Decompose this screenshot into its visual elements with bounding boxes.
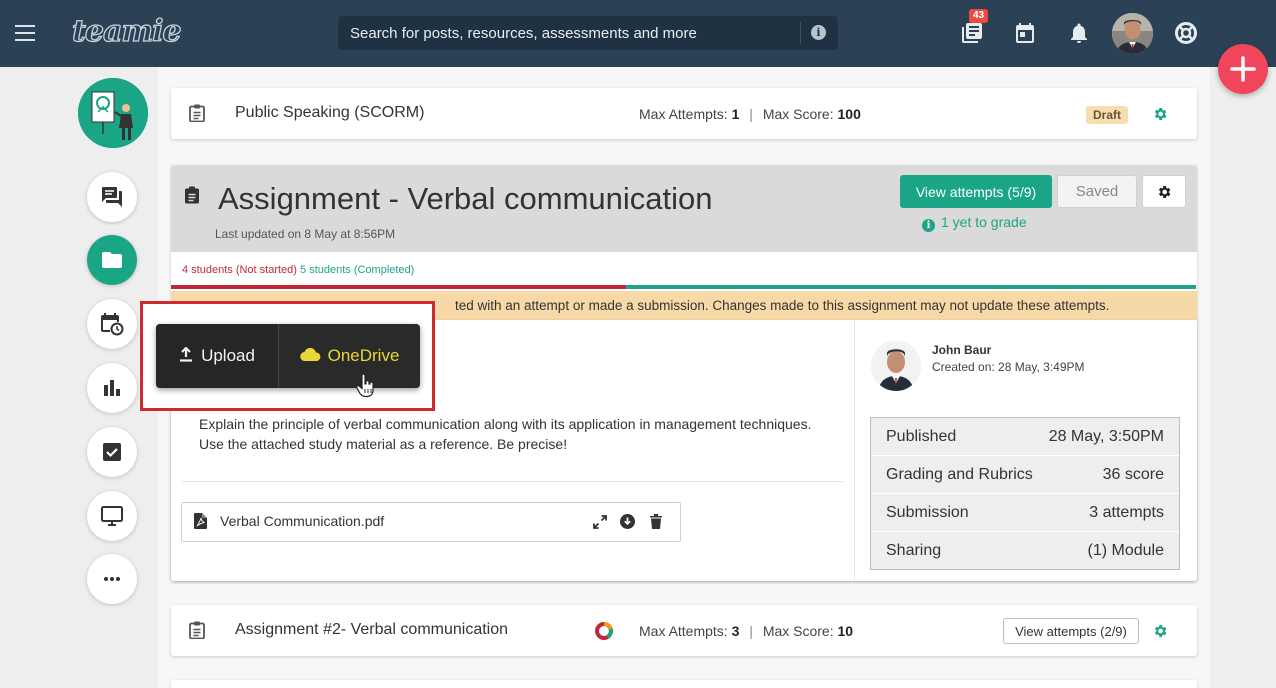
saved-button[interactable]: Saved <box>1057 175 1137 208</box>
max-attempts-label: Max Attempts: <box>639 623 728 639</box>
expand-icon[interactable] <box>593 515 607 529</box>
settings-gear-icon[interactable] <box>1152 106 1168 122</box>
max-score-value: 10 <box>837 623 854 639</box>
pdf-file-icon <box>194 513 207 529</box>
progress-completed-bar <box>626 285 1196 289</box>
assignment-settings-button[interactable] <box>1142 175 1186 208</box>
info-row-grading[interactable]: Grading and Rubrics 36 score <box>871 456 1179 494</box>
calendar-icon[interactable] <box>1013 21 1037 45</box>
notification-count-badge: 43 <box>969 9 989 23</box>
column-divider <box>854 320 855 580</box>
sidebar-more-button[interactable] <box>87 554 137 604</box>
info-key: Sharing <box>886 542 942 559</box>
attachment-filename[interactable]: Verbal Communication.pdf <box>220 513 384 529</box>
sidebar-resources-button[interactable] <box>87 235 137 285</box>
info-value: (1) Module <box>1087 542 1164 559</box>
yet-to-grade-label: 1 yet to grade <box>941 214 1027 230</box>
onedrive-label: OneDrive <box>327 346 400 365</box>
assignment-description: Explain the principle of verbal communic… <box>199 416 812 452</box>
max-attempts-value: 1 <box>731 106 740 122</box>
view-attempts-button[interactable]: View attempts (2/9) <box>1003 618 1139 644</box>
assignment-info-table: Published 28 May, 3:50PM Grading and Rub… <box>870 417 1180 570</box>
author-avatar[interactable] <box>871 341 921 391</box>
menu-icon[interactable] <box>15 25 35 41</box>
info-value: 3 attempts <box>1089 504 1164 521</box>
chat-bubbles-icon <box>102 187 122 207</box>
monitor-icon <box>101 506 123 526</box>
completed-count[interactable]: 5 students (Completed) <box>300 264 414 276</box>
sidebar-classroom-button[interactable] <box>87 491 137 541</box>
hand-cursor-icon <box>356 374 374 398</box>
info-row-sharing[interactable]: Sharing (1) Module <box>871 532 1179 570</box>
clipboard-icon <box>185 186 199 204</box>
not-started-count[interactable]: 4 students (Not started) <box>182 264 297 276</box>
upload-button[interactable]: Upload <box>156 324 278 388</box>
assessment-meta: Max Attempts: 1 | Max Score: 100 <box>639 106 861 122</box>
clipboard-icon <box>189 621 205 639</box>
course-avatar[interactable] <box>78 78 148 148</box>
search-input[interactable] <box>338 16 800 50</box>
cloud-icon <box>299 347 320 362</box>
upload-label: Upload <box>201 346 255 365</box>
upload-options-bar: Upload OneDrive <box>156 324 420 388</box>
section-divider <box>182 481 844 482</box>
info-key: Published <box>886 428 957 445</box>
search-box: i <box>338 16 838 50</box>
last-updated-text: Last updated on 8 May at 8:56PM <box>215 227 396 241</box>
max-score-label: Max Score: <box>762 623 834 639</box>
trash-icon[interactable] <box>650 514 662 529</box>
student-progress-summary: 4 students (Not started) 5 students (Com… <box>182 264 414 276</box>
sidebar-tasks-button[interactable] <box>87 427 137 477</box>
info-key: Submission <box>886 504 969 521</box>
assessment-meta: Max Attempts: 3 | Max Score: 10 <box>639 623 853 639</box>
sidebar-schedule-button[interactable] <box>87 299 137 349</box>
assessment-title[interactable]: Assignment #2- Verbal communication <box>235 621 508 639</box>
clipboard-icon <box>189 104 205 122</box>
more-dots-icon <box>104 577 120 581</box>
max-score-value: 100 <box>837 106 861 122</box>
meta-separator: | <box>749 106 753 122</box>
upload-icon <box>180 346 193 362</box>
info-key: Grading and Rubrics <box>886 466 1033 483</box>
posts-icon[interactable] <box>960 21 984 45</box>
max-attempts-label: Max Attempts: <box>639 106 728 122</box>
info-row-submission[interactable]: Submission 3 attempts <box>871 494 1179 532</box>
add-button[interactable] <box>1218 44 1268 94</box>
max-score-label: Max Score: <box>762 106 834 122</box>
onedrive-button[interactable]: OneDrive <box>279 324 420 388</box>
info-icon: i <box>922 219 935 232</box>
user-avatar[interactable] <box>1112 13 1153 54</box>
info-icon[interactable]: i <box>811 25 826 40</box>
author-created-date: Created on: 28 May, 3:49PM <box>932 360 1085 374</box>
top-navigation-bar: teamie i 43 <box>0 0 1276 67</box>
sidebar-analytics-button[interactable] <box>87 363 137 413</box>
status-badge: Draft <box>1086 106 1129 124</box>
meta-separator: | <box>749 623 753 639</box>
checkbox-icon <box>103 443 121 461</box>
info-row-published: Published 28 May, 3:50PM <box>871 418 1179 456</box>
sidebar-posts-button[interactable] <box>87 172 137 222</box>
folder-icon <box>102 252 122 268</box>
assessment-title[interactable]: Public Speaking (SCORM) <box>235 104 424 122</box>
info-value: 28 May, 3:50PM <box>1048 428 1164 445</box>
plus-icon <box>1230 56 1256 82</box>
settings-gear-icon[interactable] <box>1152 623 1168 639</box>
yet-to-grade-text[interactable]: i 1 yet to grade <box>922 214 1027 232</box>
info-value: 36 score <box>1102 466 1164 483</box>
gear-icon <box>1158 186 1171 198</box>
author-name[interactable]: John Baur <box>932 343 991 357</box>
max-attempts-value: 3 <box>731 623 740 639</box>
bar-chart-icon <box>104 380 120 396</box>
view-attempts-button[interactable]: View attempts (5/9) <box>900 175 1052 208</box>
search-divider <box>800 22 801 44</box>
assessment-card-next[interactable] <box>171 680 1197 688</box>
teamie-logo[interactable]: teamie <box>71 13 182 49</box>
progress-donut-icon <box>595 622 613 640</box>
calendar-clock-icon <box>101 313 124 336</box>
assignment-title: Assignment - Verbal communication <box>218 181 713 216</box>
bell-icon[interactable] <box>1067 21 1091 45</box>
download-icon[interactable] <box>620 514 635 529</box>
help-lifebuoy-icon[interactable] <box>1174 21 1198 45</box>
progress-not-started-bar <box>171 285 626 289</box>
